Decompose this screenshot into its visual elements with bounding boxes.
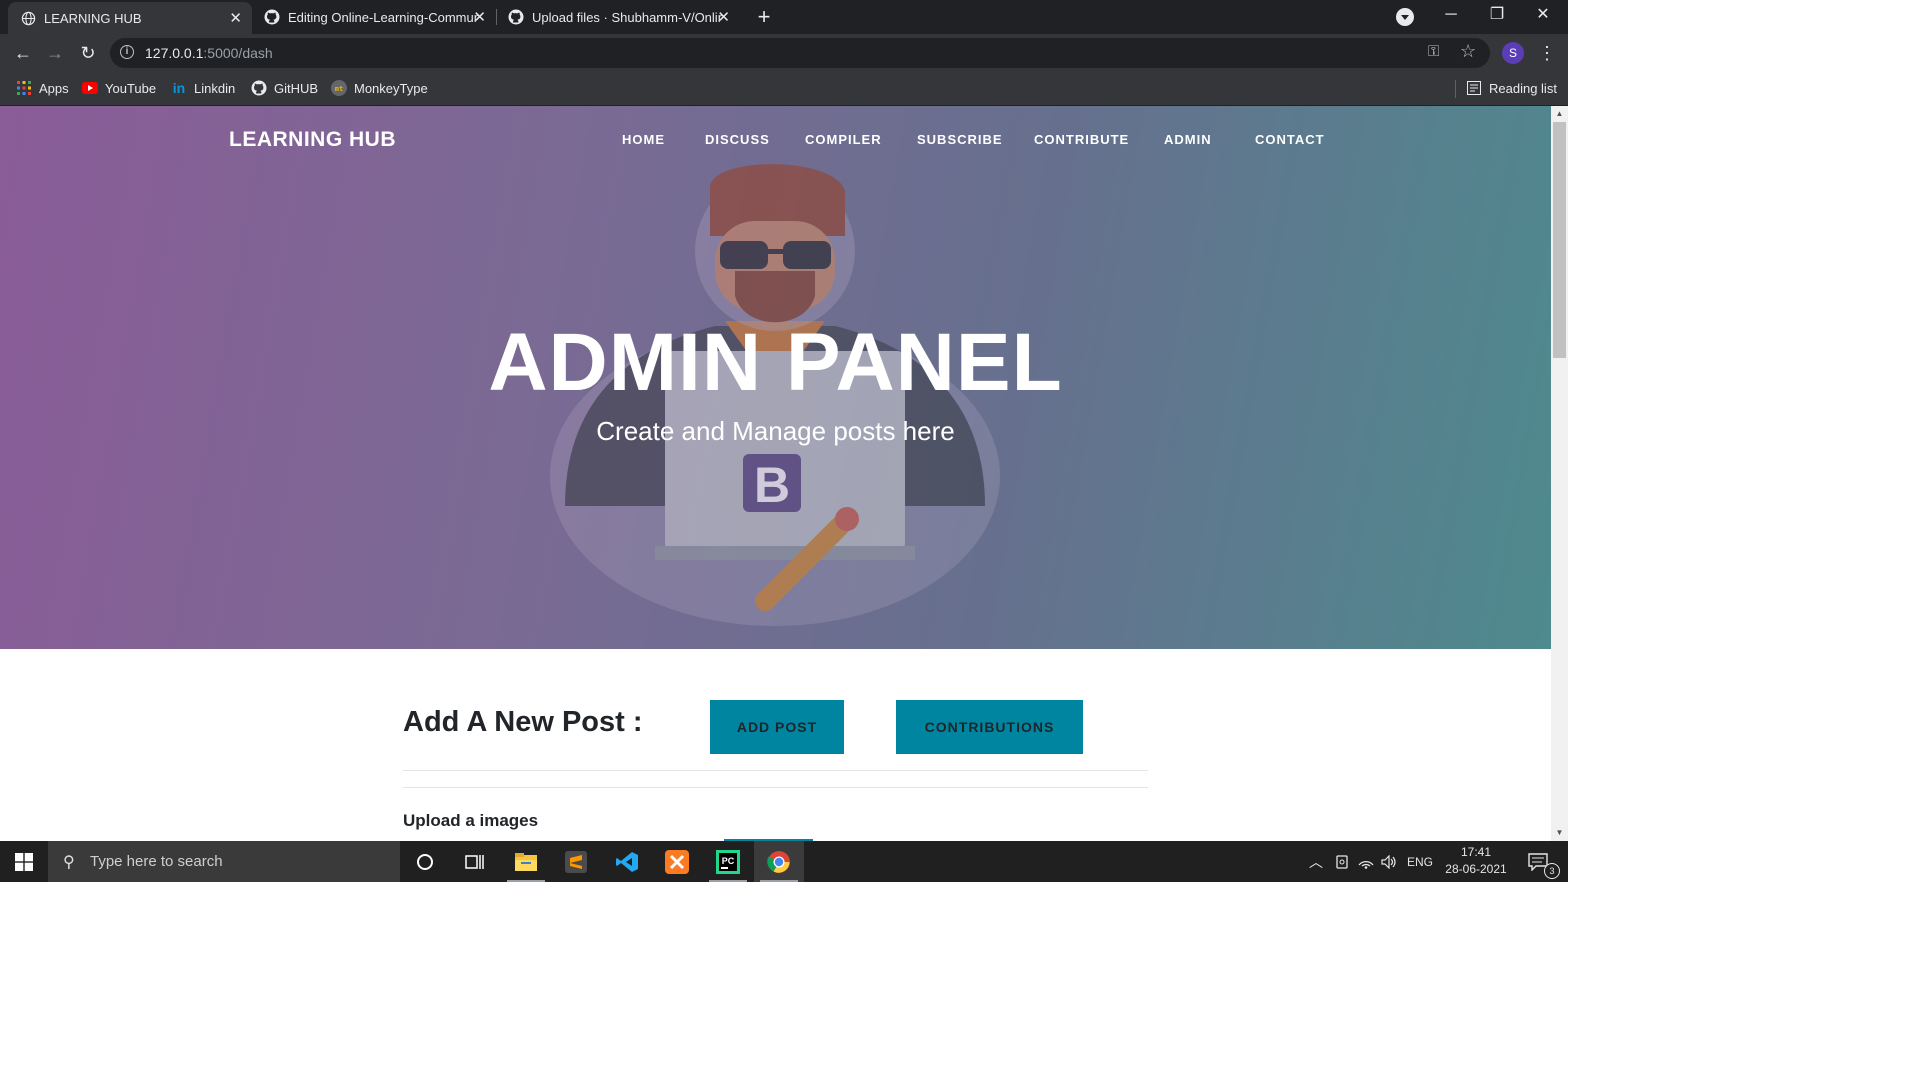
search-icon: ⚲ bbox=[63, 854, 75, 871]
close-window-button[interactable]: ✕ bbox=[1520, 0, 1566, 32]
search-placeholder: Type here to search bbox=[90, 853, 223, 870]
github-icon bbox=[508, 9, 524, 25]
tab-title: LEARNING HUB bbox=[44, 10, 142, 26]
key-icon[interactable]: ⚿ bbox=[1428, 43, 1439, 60]
restore-button[interactable]: ❐ bbox=[1474, 0, 1520, 32]
sublime-text-icon[interactable] bbox=[551, 841, 601, 882]
apps-grid-icon bbox=[16, 80, 32, 96]
site-brand[interactable]: LEARNING HUB bbox=[229, 128, 396, 152]
back-button[interactable]: ← bbox=[8, 38, 38, 68]
tab-upload-files[interactable]: Upload files · Shubhamm-V/Onlin ✕ bbox=[496, 0, 740, 34]
minimize-button[interactable]: ─ bbox=[1428, 0, 1474, 32]
new-tab-button[interactable]: + bbox=[752, 4, 776, 30]
bookmark-youtube[interactable]: YouTube bbox=[82, 72, 156, 104]
linkedin-icon: in bbox=[172, 80, 186, 96]
forward-button[interactable]: → bbox=[40, 38, 70, 68]
cortana-icon[interactable] bbox=[400, 841, 450, 882]
globe-icon bbox=[20, 10, 36, 26]
nav-contact[interactable]: CONTACT bbox=[1255, 132, 1325, 147]
bookmarks-bar: Apps YouTube in Linkdin GitHUB mt Monkey… bbox=[0, 72, 1568, 106]
vscode-icon[interactable] bbox=[602, 841, 652, 882]
bookmark-github[interactable]: GitHUB bbox=[251, 72, 318, 104]
clock-date: 28-06-2021 bbox=[1445, 862, 1507, 876]
address-bar[interactable]: i 127.0.0.1:5000/dash ⚿ ☆ bbox=[110, 38, 1490, 68]
bookmark-linkedin[interactable]: in Linkdin bbox=[171, 72, 235, 104]
scrollbar-thumb[interactable] bbox=[1553, 122, 1566, 358]
xampp-icon[interactable] bbox=[652, 841, 702, 882]
contributions-button[interactable]: CONTRIBUTIONS bbox=[896, 700, 1083, 754]
bookmark-star-icon[interactable]: ☆ bbox=[1460, 41, 1476, 62]
reading-list-icon bbox=[1466, 80, 1482, 96]
menu-icon[interactable]: ⋮ bbox=[1538, 38, 1556, 68]
nav-contribute[interactable]: CONTRIBUTE bbox=[1034, 132, 1129, 147]
upload-images-label: Upload a images bbox=[403, 811, 539, 830]
taskbar-search-box[interactable]: ⚲ Type here to search bbox=[48, 841, 400, 882]
page-viewport: B LEARNING HUB HOME DISCUSS COMPILER SUB… bbox=[0, 106, 1551, 841]
close-icon[interactable]: ✕ bbox=[717, 8, 730, 26]
action-center-button[interactable]: 3 bbox=[1522, 841, 1562, 882]
scroll-up-arrow-icon[interactable]: ▲ bbox=[1551, 106, 1568, 122]
system-clock[interactable]: 17:41 28-06-2021 bbox=[1437, 844, 1515, 878]
windows-logo-icon bbox=[15, 852, 33, 871]
tab-title: Editing Online-Learning-Commun bbox=[288, 9, 478, 25]
chrome-icon[interactable] bbox=[754, 841, 804, 882]
nav-admin[interactable]: ADMIN bbox=[1164, 132, 1212, 147]
nav-discuss[interactable]: DISCUSS bbox=[705, 132, 770, 147]
divider bbox=[403, 770, 1148, 771]
add-post-button[interactable]: ADD POST bbox=[710, 700, 844, 754]
device-icon[interactable] bbox=[1330, 841, 1354, 882]
profile-avatar[interactable]: S bbox=[1502, 42, 1524, 64]
reload-button[interactable]: ↻ bbox=[73, 38, 103, 68]
svg-text:PC: PC bbox=[722, 856, 735, 866]
browser-toolbar: ← → ↻ i 127.0.0.1:5000/dash ⚿ ☆ S ⋮ bbox=[0, 34, 1568, 72]
scroll-down-arrow-icon[interactable]: ▼ bbox=[1551, 825, 1568, 841]
page-subtitle: Create and Manage posts here bbox=[596, 416, 955, 446]
svg-text:mt: mt bbox=[335, 85, 343, 93]
clock-time: 17:41 bbox=[1460, 845, 1492, 859]
bookmark-apps[interactable]: Apps bbox=[16, 72, 69, 104]
tab-title: Upload files · Shubhamm-V/Onlin bbox=[532, 9, 722, 25]
monkeytype-icon: mt bbox=[331, 80, 347, 96]
page-title: ADMIN PANEL bbox=[488, 317, 1063, 408]
youtube-icon bbox=[82, 80, 98, 96]
tab-editing-readme[interactable]: Editing Online-Learning-Commun ✕ bbox=[252, 0, 496, 34]
close-icon[interactable]: ✕ bbox=[229, 9, 242, 27]
nav-compiler[interactable]: COMPILER bbox=[805, 132, 882, 147]
notification-count-badge: 3 bbox=[1544, 863, 1560, 879]
divider bbox=[403, 787, 1148, 788]
github-icon bbox=[264, 9, 280, 25]
add-post-heading: Add A New Post : bbox=[403, 706, 643, 738]
language-indicator[interactable]: ENG bbox=[1402, 841, 1438, 882]
admin-content: Add A New Post : ADD POST CONTRIBUTIONS … bbox=[403, 649, 1148, 841]
task-view-icon[interactable] bbox=[450, 841, 500, 882]
github-icon bbox=[251, 80, 267, 96]
start-button[interactable] bbox=[0, 841, 48, 882]
hero-header: B LEARNING HUB HOME DISCUSS COMPILER SUB… bbox=[0, 106, 1551, 649]
tab-learning-hub[interactable]: LEARNING HUB ✕ bbox=[8, 2, 252, 34]
windows-taskbar: ⚲ Type here to search PC ︿ ENG 17:41 28-… bbox=[0, 841, 1568, 882]
browser-tab-strip: LEARNING HUB ✕ Editing Online-Learning-C… bbox=[0, 0, 1568, 34]
show-hidden-icons-icon[interactable]: ︿ bbox=[1304, 841, 1328, 882]
nav-home[interactable]: HOME bbox=[622, 132, 665, 147]
page-scrollbar[interactable]: ▲ ▼ bbox=[1551, 106, 1568, 841]
nav-subscribe[interactable]: SUBSCRIBE bbox=[917, 132, 1003, 147]
tab-search-icon[interactable] bbox=[1396, 8, 1414, 26]
bootstrap-badge: B bbox=[754, 457, 790, 513]
file-explorer-icon[interactable] bbox=[501, 841, 551, 882]
bookmark-monkeytype[interactable]: mt MonkeyType bbox=[331, 72, 428, 104]
pycharm-icon[interactable]: PC bbox=[703, 841, 753, 882]
url-text[interactable]: 127.0.0.1:5000/dash bbox=[145, 38, 273, 68]
close-icon[interactable]: ✕ bbox=[473, 8, 486, 26]
wifi-icon[interactable] bbox=[1354, 841, 1378, 882]
info-icon[interactable]: i bbox=[120, 45, 134, 59]
volume-icon[interactable] bbox=[1378, 841, 1400, 882]
reading-list-button[interactable]: Reading list bbox=[1466, 72, 1557, 104]
